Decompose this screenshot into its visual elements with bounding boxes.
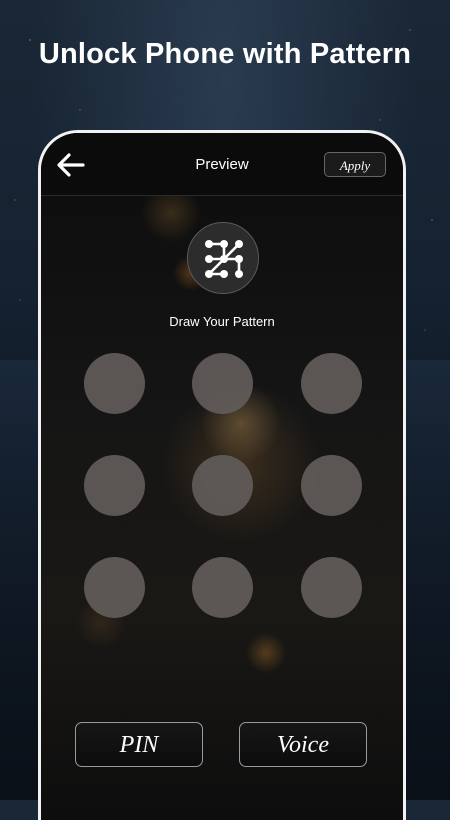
page-headline: Unlock Phone with Pattern [38, 38, 412, 70]
apply-button[interactable]: Apply [324, 152, 386, 177]
pattern-dot-9[interactable] [301, 557, 362, 618]
preview-toolbar: Preview Apply [41, 133, 403, 196]
pin-button[interactable]: PIN [75, 722, 203, 767]
phone-frame: Preview Apply Draw Your Pattern PIN Voic… [38, 130, 406, 820]
pattern-dot-2[interactable] [192, 353, 253, 414]
draw-pattern-label: Draw Your Pattern [169, 314, 275, 329]
pattern-dot-6[interactable] [301, 455, 362, 516]
pattern-dot-5[interactable] [192, 455, 253, 516]
voice-button[interactable]: Voice [239, 722, 367, 767]
pattern-dot-3[interactable] [301, 353, 362, 414]
pattern-dot-4[interactable] [84, 455, 145, 516]
pattern-dot-8[interactable] [192, 557, 253, 618]
pattern-grid-icon [205, 240, 243, 278]
pattern-dot-7[interactable] [84, 557, 145, 618]
pattern-dot-1[interactable] [84, 353, 145, 414]
pattern-emblem [187, 222, 259, 294]
